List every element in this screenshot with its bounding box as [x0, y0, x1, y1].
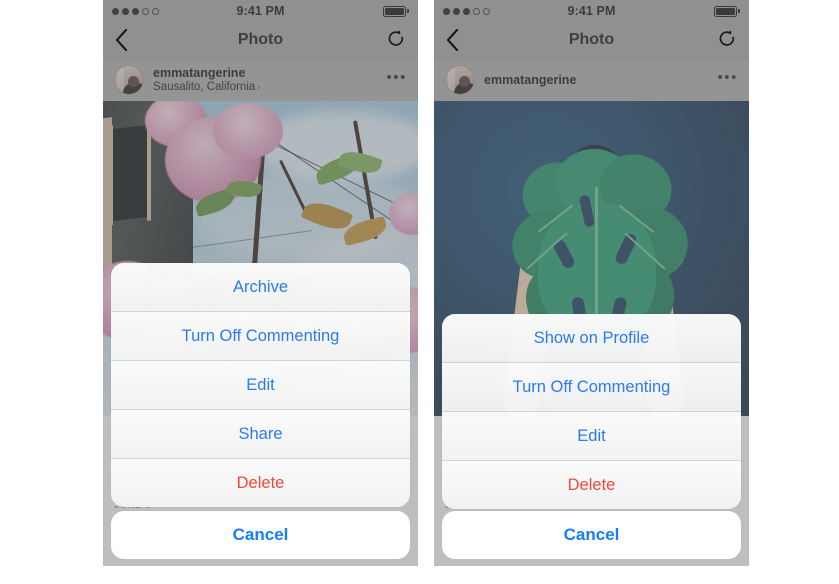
sheet-option-turn-off-commenting[interactable]: Turn Off Commenting: [111, 311, 410, 360]
back-button[interactable]: [115, 29, 128, 51]
action-sheet: Archive Turn Off Commenting Edit Share D…: [111, 263, 410, 507]
sheet-option-edit[interactable]: Edit: [442, 411, 741, 460]
sheet-option-edit[interactable]: Edit: [111, 360, 410, 409]
refresh-button[interactable]: [387, 30, 406, 50]
sheet-option-delete[interactable]: Delete: [442, 460, 741, 509]
back-button[interactable]: [446, 29, 459, 51]
sheet-option-turn-off-commenting[interactable]: Turn Off Commenting: [442, 362, 741, 411]
phone-right: 9:41 PM Photo emmatangerine ••• Show on …: [434, 0, 749, 566]
phone-left: 9:41 PM Photo emmatangerine Sausalito, C…: [103, 0, 418, 566]
sheet-cancel-button[interactable]: Cancel: [111, 511, 410, 559]
comparison-screenshot: 9:41 PM Photo emmatangerine Sausalito, C…: [0, 0, 839, 584]
screen-left: 9:41 PM Photo emmatangerine Sausalito, C…: [103, 0, 418, 566]
sheet-cancel-button[interactable]: Cancel: [442, 511, 741, 559]
sheet-option-share[interactable]: Share: [111, 409, 410, 458]
sheet-option-show-on-profile[interactable]: Show on Profile: [442, 314, 741, 362]
screen-right: 9:41 PM Photo emmatangerine ••• Show on …: [434, 0, 749, 566]
action-sheet: Show on Profile Turn Off Commenting Edit…: [442, 314, 741, 509]
sheet-option-archive[interactable]: Archive: [111, 263, 410, 311]
sheet-option-delete[interactable]: Delete: [111, 458, 410, 507]
refresh-button[interactable]: [718, 30, 737, 50]
